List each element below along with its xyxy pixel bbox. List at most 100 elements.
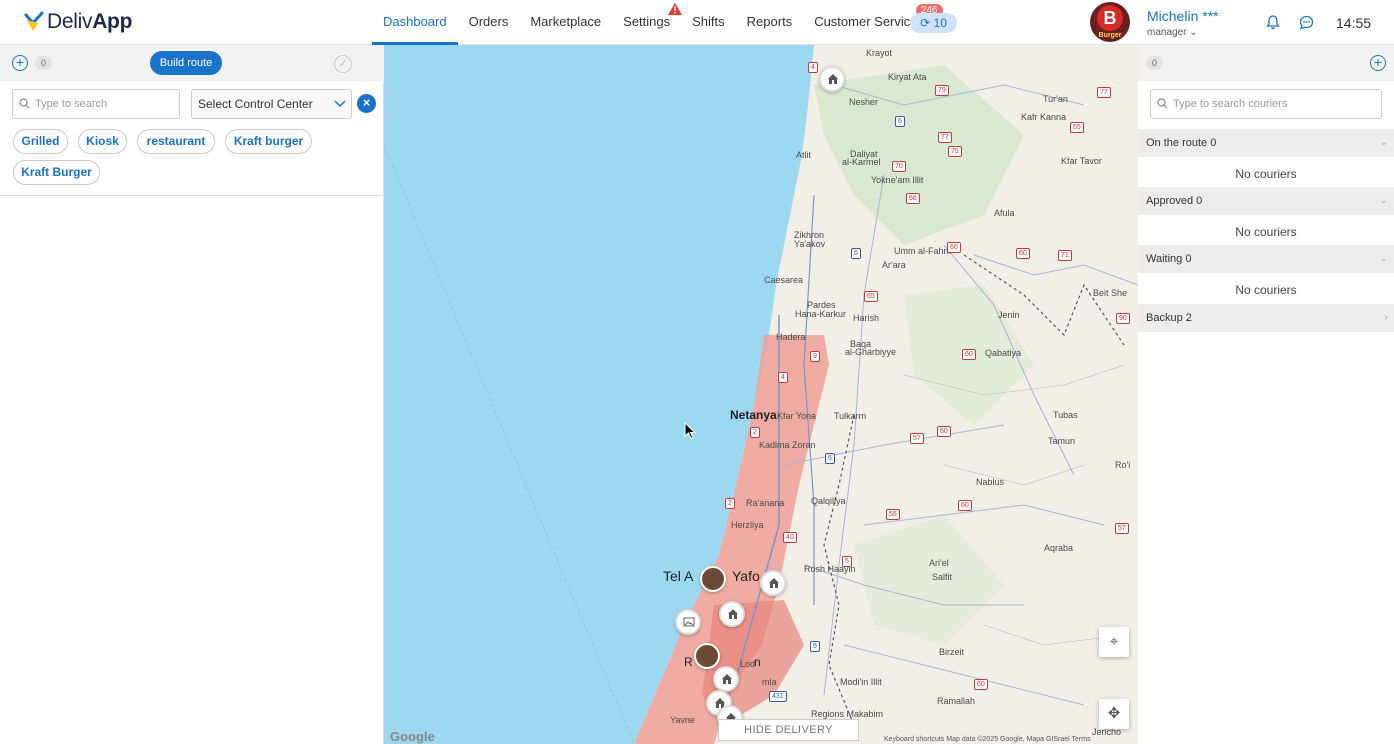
add-order-icon[interactable]: + xyxy=(12,55,28,71)
road-shield: 60 xyxy=(958,500,972,511)
warning-triangle-icon xyxy=(668,3,683,15)
couriers-count: 0 xyxy=(1146,56,1163,70)
road-shield: 6 xyxy=(895,116,905,127)
main-nav: Dashboard Orders Marketplace Settings Sh… xyxy=(372,0,943,45)
map-label: Tulkarm xyxy=(834,411,867,421)
check-all-icon[interactable]: ✓ xyxy=(334,55,352,73)
road-shield: 6 xyxy=(810,641,820,652)
map-label: R xyxy=(684,655,693,669)
restaurant-home-pin[interactable] xyxy=(719,601,745,627)
map-label: Qabatiya xyxy=(985,348,1022,358)
map-label: Hana-Karkur xyxy=(795,309,847,319)
map-label: Tubas xyxy=(1053,410,1078,420)
road-shield: 431 xyxy=(769,691,787,702)
empty-couriers-text: No couriers xyxy=(1235,225,1297,239)
user-name[interactable]: Michelin *** xyxy=(1147,8,1219,24)
my-location-button[interactable]: ⌖ xyxy=(1099,627,1129,657)
road-shield: 9 xyxy=(810,351,820,362)
crosshair-icon: ⌖ xyxy=(1109,633,1119,650)
tab-reports[interactable]: Reports xyxy=(736,0,804,45)
bell-icon[interactable] xyxy=(1266,15,1280,30)
filter-tag[interactable]: Kraft Burger xyxy=(13,160,100,185)
map-label: Ro'i xyxy=(1115,460,1131,470)
group-approved[interactable]: Approved 0 ⌄ xyxy=(1138,187,1394,215)
clear-filter-button[interactable]: × xyxy=(357,94,376,113)
map-label: Netanya xyxy=(730,408,777,422)
close-icon: × xyxy=(362,95,371,110)
divider xyxy=(0,195,384,196)
filter-tag[interactable]: Kraft burger xyxy=(225,129,312,154)
map-label: mla xyxy=(762,677,777,687)
map-label: Caesarea xyxy=(764,275,804,285)
empty-couriers-text: No couriers xyxy=(1235,167,1297,181)
expand-icon: ✥ xyxy=(1107,705,1121,722)
build-route-button[interactable]: Build route xyxy=(150,51,222,75)
map-label: Tur'an xyxy=(1043,94,1068,104)
hide-delivery-regions-button[interactable]: HIDE DELIVERY REGIONS xyxy=(718,719,859,741)
filter-tag[interactable]: Kiosk xyxy=(78,129,127,154)
filter-tag[interactable]: restaurant xyxy=(137,129,215,154)
tab-dashboard[interactable]: Dashboard xyxy=(372,0,458,45)
map-label: Yokne'am Illit xyxy=(871,175,924,185)
group-on-the-route[interactable]: On the route 0 ⌄ xyxy=(1138,129,1394,157)
road-shield: 60 xyxy=(974,679,988,690)
map-label: Regions Makabim xyxy=(811,709,884,719)
image-icon xyxy=(683,617,695,627)
refresh-orders-pill[interactable]: ⟳ 10 xyxy=(910,13,957,33)
restaurant-photo-pin[interactable] xyxy=(700,566,726,592)
tab-marketplace[interactable]: Marketplace xyxy=(519,0,612,45)
map-label: Yavne xyxy=(670,715,695,725)
map-label: Krayot xyxy=(866,48,893,58)
map-label: Modi'in Illit xyxy=(840,677,882,687)
restaurant-home-pin[interactable] xyxy=(713,666,739,692)
map-label: Atlit xyxy=(796,150,812,160)
refresh-icon: ⟳ xyxy=(920,16,931,30)
map-label: Umm al-Fahm xyxy=(894,246,952,256)
map-label: al-Gharbiyye xyxy=(845,347,897,357)
control-center-select[interactable]: Select Control Center xyxy=(191,89,352,119)
restaurant-home-pin[interactable] xyxy=(819,66,845,92)
restaurant-image-pin[interactable] xyxy=(675,609,701,635)
road-shield: 4 xyxy=(778,372,788,383)
app-logo[interactable]: DelivApp xyxy=(24,10,132,34)
map-label: Lod xyxy=(740,659,756,669)
google-logo: Google xyxy=(390,729,435,744)
road-shield: 5 xyxy=(842,556,852,567)
add-courier-icon[interactable]: + xyxy=(1370,55,1386,71)
road-shield: 71 xyxy=(1058,250,1072,261)
fullscreen-button[interactable]: ✥ xyxy=(1099,699,1129,729)
courier-search-input[interactable]: Type to search couriers xyxy=(1150,89,1382,119)
tab-orders[interactable]: Orders xyxy=(458,0,520,45)
chat-icon[interactable] xyxy=(1299,15,1314,30)
logo-text: DelivApp xyxy=(47,10,133,33)
order-search-input[interactable]: Type to search xyxy=(12,89,180,119)
group-waiting[interactable]: Waiting 0 ⌄ xyxy=(1138,245,1394,273)
map-label: Salfit xyxy=(932,572,953,582)
chevron-down-icon: ⌄ xyxy=(1379,137,1388,148)
map-view[interactable]: Krayot Kiryat Ata Nesher Tur'an Kafr Kan… xyxy=(384,45,1138,744)
group-backup[interactable]: Backup 2 › xyxy=(1138,304,1394,332)
road-shield: 6 xyxy=(851,248,861,259)
user-role-dropdown[interactable]: manager ⌄ xyxy=(1147,27,1198,38)
chevron-down-icon xyxy=(334,100,346,108)
road-shield: 60 xyxy=(937,426,951,437)
map-attribution[interactable]: Keyboard shortcuts Map data ©2025 Google… xyxy=(884,736,1091,743)
restaurant-photo-pin[interactable] xyxy=(694,643,720,669)
road-shield: 57 xyxy=(910,433,924,444)
map-label: Yafo xyxy=(732,568,760,584)
road-shield: 57 xyxy=(1115,523,1129,534)
map-label: Qalqiliya xyxy=(811,496,846,506)
tab-settings[interactable]: Settings xyxy=(612,0,683,45)
chevron-down-icon: ⌄ xyxy=(1189,27,1198,38)
empty-couriers-text: No couriers xyxy=(1235,283,1297,297)
mouse-cursor-icon xyxy=(684,422,697,440)
map-background xyxy=(384,45,1138,744)
map-label: Birzeit xyxy=(939,647,965,657)
tab-shifts[interactable]: Shifts xyxy=(681,0,736,45)
restaurant-home-pin[interactable] xyxy=(760,570,786,596)
filter-tag[interactable]: Grilled xyxy=(13,129,68,154)
avatar[interactable]: B Burger xyxy=(1090,2,1130,42)
map-label: Tamun xyxy=(1048,436,1076,446)
header-clock: 14:55 xyxy=(1336,15,1372,31)
road-shield: 65 xyxy=(1070,122,1084,133)
